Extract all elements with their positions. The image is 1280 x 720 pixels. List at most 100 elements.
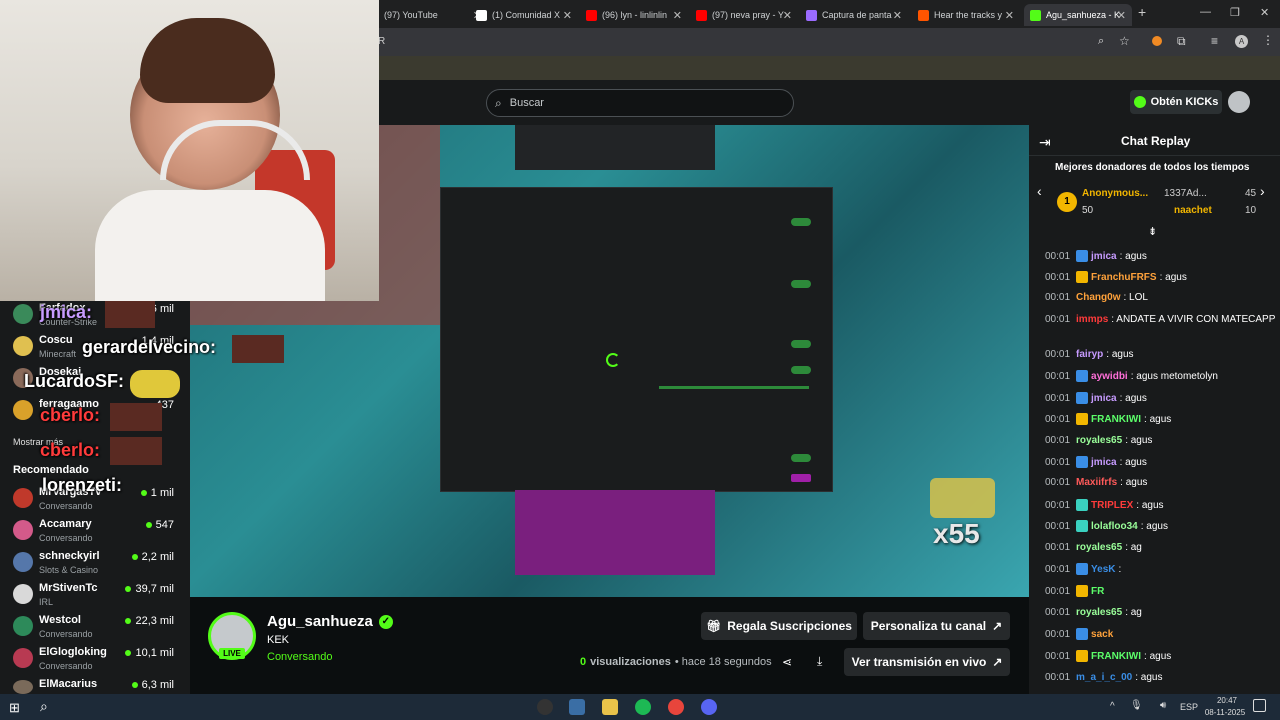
chat-username[interactable]: Chang0w — [1076, 292, 1120, 303]
watch-live-button[interactable]: Ver transmisión en vivo ↗ — [844, 648, 1010, 676]
scroll-down-icon[interactable]: ⇟ — [1148, 225, 1157, 238]
chat-username[interactable]: sack — [1091, 629, 1113, 640]
chat-username[interactable]: royales65 — [1076, 607, 1122, 618]
profile-icon[interactable]: A — [1235, 35, 1248, 48]
chat-username[interactable]: TRIPLEX — [1091, 500, 1133, 511]
sidebar-channel[interactable]: ElMacarius 6,3 mil — [13, 678, 188, 694]
chat-username[interactable]: YesK — [1091, 564, 1115, 575]
address-input[interactable]: R — [378, 36, 385, 47]
chat-text: : agus — [1125, 435, 1153, 446]
sidebar-channel[interactable]: MrStivenTc IRL 39,7 mil — [13, 582, 188, 614]
clock-date[interactable]: 08-11-2025 — [1200, 708, 1250, 717]
volume-icon[interactable]: 🔊︎ — [1160, 700, 1166, 711]
bookmark-star-icon[interactable]: ☆ — [1119, 34, 1130, 48]
close-icon[interactable]: ✕ — [1005, 9, 1014, 22]
chat-username[interactable]: aywidbi — [1091, 371, 1128, 382]
tab-label: Captura de panta — [822, 10, 892, 20]
notification-icon[interactable] — [1253, 699, 1266, 712]
chat-username[interactable]: lolafloo34 — [1091, 521, 1138, 532]
browser-tab[interactable]: Hear the tracks y ✕ — [912, 4, 1020, 26]
tab-label: Hear the tracks y — [934, 10, 1003, 20]
chat-username[interactable]: immps — [1076, 314, 1108, 325]
sidebar-channel[interactable]: schneckyirl Slots & Casino 2,2 mil — [13, 550, 188, 582]
clock-time[interactable]: 20:47 — [1212, 696, 1242, 705]
time-ago: • hace 18 segundos — [674, 656, 772, 668]
get-kicks-button[interactable]: Obtén KICKs — [1130, 90, 1222, 114]
tray-chevron-icon[interactable]: ^ — [1110, 701, 1115, 712]
divider — [1029, 155, 1280, 156]
chat-text: : agus — [1135, 672, 1163, 683]
language-indicator[interactable]: ESP — [1180, 702, 1198, 712]
user-avatar[interactable] — [1228, 91, 1250, 113]
stream-category[interactable]: Conversando — [267, 651, 332, 663]
chat-username[interactable]: FR — [1091, 586, 1104, 597]
channel-name[interactable]: Agu_sanhueza — [267, 613, 373, 630]
close-icon[interactable]: ✕ — [673, 9, 682, 22]
avatar — [13, 304, 33, 324]
extensions-puzzle-icon[interactable]: ⧉ — [1177, 34, 1186, 49]
browser-tab[interactable]: (96) lyn - linlinlin ✕ — [580, 4, 688, 26]
volume-slider — [659, 386, 809, 389]
live-badge: LIVE — [219, 648, 245, 659]
collapse-chat-icon[interactable]: ⇥ — [1039, 134, 1051, 151]
chat-username[interactable]: jmica — [1091, 393, 1117, 404]
minimize-icon[interactable]: — — [1200, 6, 1211, 18]
close-window-icon[interactable]: ✕ — [1260, 6, 1269, 19]
browser-tab[interactable]: (97) neva pray - Y ✕ — [690, 4, 798, 26]
chat-timestamp: 00:01 — [1045, 349, 1071, 360]
chrome-icon[interactable] — [668, 699, 684, 715]
chat-badge-icon — [1076, 585, 1089, 597]
chat-message: 00:01 YesK: — [1045, 563, 1121, 575]
get-kicks-label: Obtén KICKs — [1150, 96, 1219, 108]
browser-tab-active[interactable]: Agu_sanhueza - K ✕ — [1024, 4, 1132, 26]
close-icon[interactable]: ✕ — [563, 9, 572, 22]
download-icon[interactable]: ⤓ — [817, 654, 822, 669]
file-explorer-icon[interactable] — [602, 699, 618, 715]
search-input[interactable]: ⌕ Buscar — [486, 89, 794, 117]
chat-text: : ag — [1125, 542, 1142, 553]
discord-icon[interactable] — [701, 699, 717, 715]
taskbar-search-icon[interactable]: ⌕ — [40, 698, 48, 715]
chat-username[interactable]: m_a_i_c_00 — [1076, 672, 1132, 683]
app-icon[interactable] — [537, 699, 553, 715]
chat-username[interactable]: jmica — [1091, 457, 1117, 468]
maximize-icon[interactable]: ❐ — [1230, 6, 1240, 19]
spotify-icon[interactable] — [635, 699, 651, 715]
browser-tab[interactable]: Captura de panta ✕ — [800, 4, 908, 26]
close-icon[interactable]: ✕ — [783, 9, 792, 22]
chat-username[interactable]: FranchuFRFS — [1091, 272, 1157, 283]
close-icon[interactable]: ✕ — [1117, 9, 1126, 22]
chat-badge-icon — [1076, 520, 1089, 532]
chat-username[interactable]: jmica — [1091, 251, 1117, 262]
sidebar-channel[interactable]: Accamary Conversando 547 — [13, 518, 188, 550]
microphone-icon[interactable]: 🎙︎ — [1130, 700, 1143, 711]
sidebar-channel[interactable]: ElGlogloking Conversando 10,1 mil — [13, 646, 188, 678]
zoom-icon[interactable]: ⌕ — [1098, 35, 1104, 48]
extension-icon[interactable] — [1152, 36, 1162, 46]
chat-username[interactable]: fairyp — [1076, 349, 1103, 360]
media-control-icon[interactable]: ≡ — [1211, 34, 1218, 48]
share-icon[interactable]: ⋖ — [782, 655, 792, 669]
browser-menu-icon[interactable]: ⋮ — [1262, 33, 1274, 47]
gift-subs-button[interactable]: 🎁︎ Regala Suscripciones — [701, 612, 857, 640]
chevron-left-icon[interactable]: ‹ — [1037, 183, 1042, 199]
windows-start-icon[interactable]: ⊞ — [9, 700, 20, 716]
channel-category: Conversando — [39, 661, 93, 671]
sidebar-channel[interactable]: Westcol Conversando 22,3 mil — [13, 614, 188, 646]
loading-spinner-icon — [606, 353, 620, 367]
tab-label: (97) neva pray - Y — [712, 10, 784, 20]
browser-tab[interactable]: (1) Comunidad X ✕ — [470, 4, 578, 26]
live-dot-icon — [145, 522, 152, 528]
chat-username[interactable]: royales65 — [1076, 542, 1122, 553]
store-icon[interactable] — [569, 699, 585, 715]
chat-username[interactable]: royales65 — [1076, 435, 1122, 446]
close-icon[interactable]: ✕ — [893, 9, 902, 22]
chat-username[interactable]: Maxiifrfs — [1076, 477, 1117, 488]
chat-username[interactable]: FRANKIWI — [1091, 651, 1141, 662]
tab-label: (1) Comunidad X — [492, 10, 561, 20]
chevron-right-icon[interactable]: › — [1260, 183, 1265, 199]
rank-badge: 1 — [1057, 192, 1077, 212]
new-tab-button[interactable]: + — [1138, 4, 1146, 20]
chat-username[interactable]: FRANKIWI — [1091, 414, 1141, 425]
customize-channel-button[interactable]: Personaliza tu canal ↗ — [863, 612, 1010, 640]
